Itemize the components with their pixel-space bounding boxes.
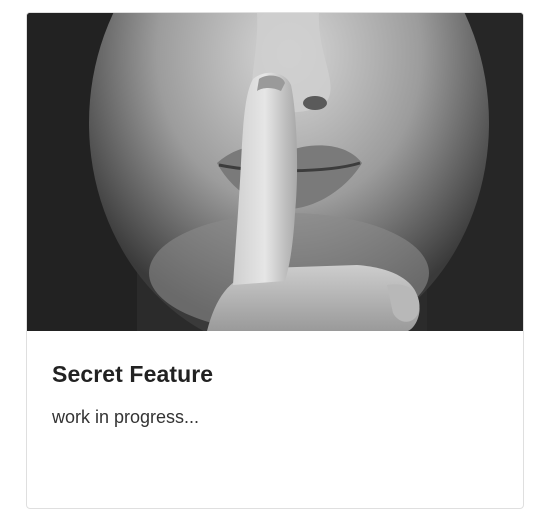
shush-gesture-photo: [27, 13, 523, 331]
card-text: work in progress...: [52, 407, 200, 427]
card-title: Secret Feature: [52, 361, 214, 387]
feature-card: Secret Feature work in progress...: [26, 12, 524, 509]
card-body: Secret Feature work in progress...: [27, 331, 523, 429]
card-image: [27, 13, 523, 331]
